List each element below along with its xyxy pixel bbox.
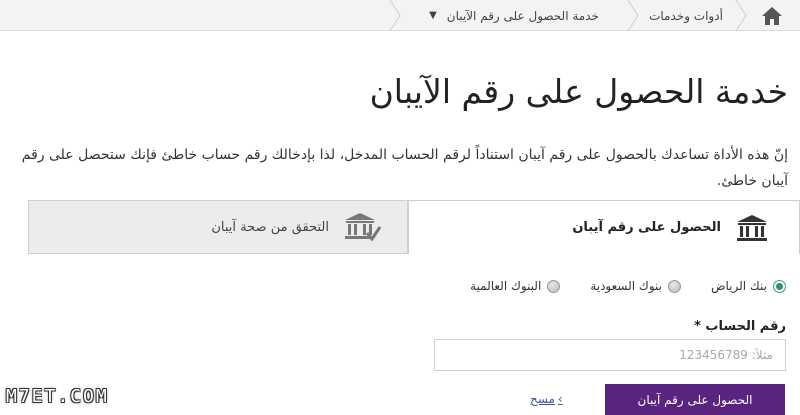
- tab-label: التحقق من صحة آيبان: [211, 219, 329, 235]
- breadcrumb-item-tools[interactable]: أدوات وخدمات: [640, 0, 732, 31]
- breadcrumb-item-label: خدمة الحصول على رقم الآيبان: [446, 8, 599, 23]
- clear-label: مسح: [530, 392, 555, 406]
- home-icon: [762, 6, 782, 25]
- page-description: إنّ هذه الأداة تساعدك بالحصول على رقم آي…: [21, 147, 788, 189]
- radio-label: بنوك السعودية: [590, 279, 662, 293]
- bank-check-icon: [343, 212, 381, 242]
- bank-icon: [735, 214, 769, 242]
- bank-type-radio-group: بنك الرياض بنوك السعودية البنوك العالمية: [470, 279, 786, 293]
- page-title: خدمة الحصول على رقم الآيبان: [369, 72, 788, 111]
- tab-label: الحصول على رقم آيبان: [572, 220, 721, 235]
- breadcrumb-bar: أدوات وخدمات خدمة الحصول على رقم الآيبان…: [0, 0, 800, 31]
- breadcrumb-item-current[interactable]: خدمة الحصول على رقم الآيبان ▼: [404, 0, 624, 31]
- radio-button[interactable]: [547, 279, 561, 293]
- account-number-input[interactable]: [434, 339, 786, 371]
- radio-label: البنوك العالمية: [470, 279, 542, 293]
- tab-get-iban[interactable]: الحصول على رقم آيبان: [408, 200, 800, 254]
- tab-verify-iban[interactable]: التحقق من صحة آيبان: [28, 200, 408, 254]
- service-tabs: الحصول على رقم آيبان التحقق من صحة آيبان: [28, 200, 800, 254]
- get-iban-button[interactable]: الحصول على رقم آيبان: [605, 384, 785, 415]
- radio-button[interactable]: [667, 279, 681, 293]
- account-number-label: رقم الحساب *: [694, 319, 786, 334]
- radio-button-selected[interactable]: [773, 279, 786, 293]
- breadcrumb-item-label: أدوات وخدمات: [649, 8, 723, 23]
- breadcrumb-separator: [627, 0, 639, 31]
- chevron-right-icon: ›: [557, 392, 563, 406]
- watermark: M7ET.COM: [6, 386, 109, 407]
- radio-riyad-bank[interactable]: بنك الرياض: [711, 279, 786, 293]
- radio-saudi-banks[interactable]: بنوك السعودية: [590, 279, 681, 293]
- breadcrumb-separator: [735, 0, 747, 31]
- clear-link[interactable]: › مسح: [530, 392, 563, 406]
- home-button[interactable]: [744, 0, 800, 31]
- caret-down-icon[interactable]: ▼: [429, 10, 437, 21]
- breadcrumb-separator: [389, 0, 401, 31]
- radio-label: بنك الرياض: [710, 279, 767, 293]
- radio-international-banks[interactable]: البنوك العالمية: [470, 279, 561, 293]
